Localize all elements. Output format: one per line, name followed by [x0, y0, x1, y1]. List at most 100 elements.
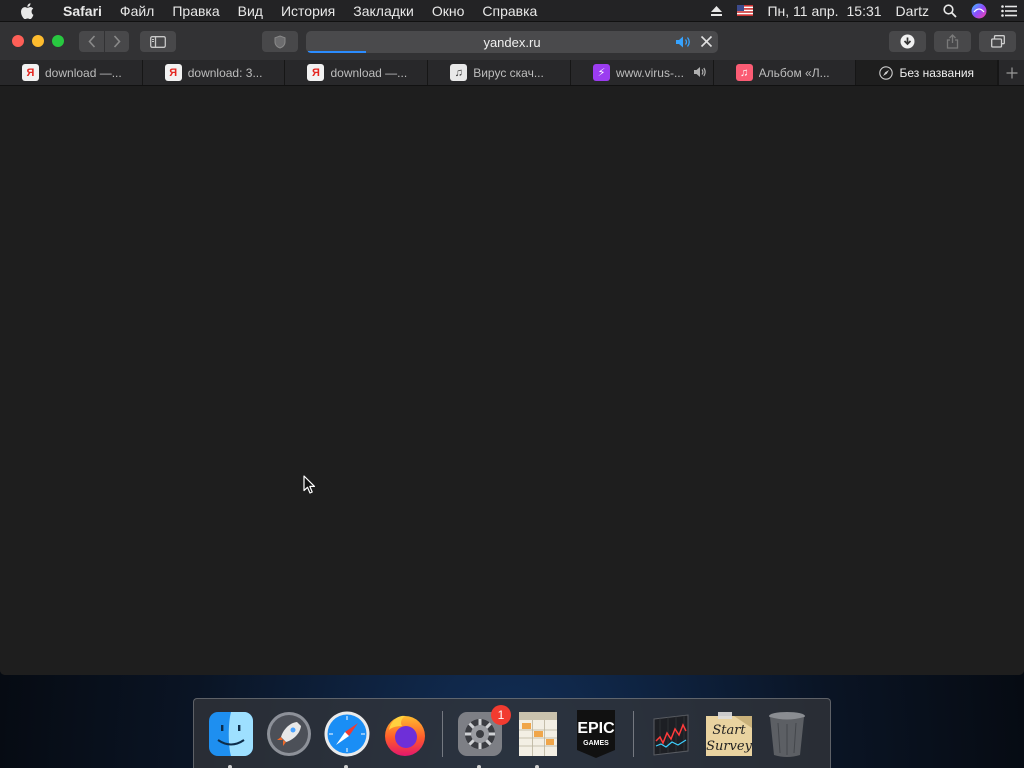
- dock-safari[interactable]: [322, 709, 372, 768]
- fullscreen-window-button[interactable]: [52, 35, 64, 47]
- web-content-area[interactable]: [0, 86, 1024, 675]
- menu-bookmarks[interactable]: Закладки: [344, 3, 423, 19]
- tab-title: download: 3...: [187, 65, 263, 80]
- new-tab-button[interactable]: [998, 60, 1024, 85]
- clock-date: Пн, 11 апр.: [767, 2, 839, 19]
- minimize-window-button[interactable]: [32, 35, 44, 47]
- share-icon: [946, 34, 959, 49]
- tab-title: Вирус скач...: [473, 65, 544, 80]
- tab-virus-download[interactable]: ♫ Вирус скач...: [428, 60, 571, 85]
- clock-time: 15:31: [846, 2, 882, 19]
- tab-title: Без названия: [899, 65, 975, 80]
- dock: 1 EPIC GAMES Start Survey: [193, 698, 831, 768]
- menu-edit[interactable]: Правка: [163, 3, 228, 19]
- plus-icon: [1006, 67, 1018, 78]
- tab-untitled-active[interactable]: Без названия: [856, 60, 999, 85]
- menu-app-safari[interactable]: Safari: [54, 3, 111, 19]
- menu-window[interactable]: Окно: [423, 3, 474, 19]
- tab-album[interactable]: ♫ Альбом «Л...: [714, 60, 857, 85]
- eject-icon[interactable]: [710, 5, 723, 17]
- siri-icon[interactable]: [971, 3, 987, 19]
- tab-audio-playing-icon[interactable]: [693, 66, 707, 81]
- apple-music-favicon-icon: ♫: [735, 64, 753, 81]
- survey-label-line2: Survey: [706, 739, 753, 754]
- share-button[interactable]: [934, 31, 971, 52]
- us-flag-icon[interactable]: [737, 5, 754, 16]
- rocket-launchpad-icon: [267, 711, 311, 756]
- tab-title: download —...: [45, 65, 122, 80]
- finder-icon: [209, 711, 253, 756]
- speaker-playing-icon[interactable]: [675, 35, 692, 52]
- safari-compass-icon: [324, 711, 370, 756]
- stop-loading-icon[interactable]: [700, 35, 713, 51]
- spreadsheet-icon: [519, 711, 557, 756]
- games-label: GAMES: [583, 740, 609, 747]
- dock-trash[interactable]: [762, 709, 812, 759]
- apple-menu[interactable]: [0, 2, 54, 19]
- address-bar[interactable]: yandex.ru: [306, 31, 718, 53]
- compass-icon: [879, 65, 894, 80]
- stock-chart-icon: [653, 713, 689, 756]
- dock-epic-games[interactable]: EPIC GAMES: [571, 709, 621, 759]
- safari-toolbar: yandex.ru: [0, 22, 1024, 60]
- tab-title: www.virus-...: [615, 65, 684, 80]
- lightning-favicon-icon: ⚡: [592, 64, 610, 81]
- address-text: yandex.ru: [483, 34, 541, 50]
- clock[interactable]: Пн, 11 апр. 15:31: [767, 3, 881, 19]
- epic-games-logo-icon: EPIC GAMES: [577, 709, 615, 758]
- privacy-report-button[interactable]: [262, 31, 298, 52]
- firefox-icon: [385, 715, 425, 756]
- tab-virus-site[interactable]: ⚡ www.virus-...: [571, 60, 714, 85]
- notification-center-icon[interactable]: [1001, 4, 1017, 17]
- back-button[interactable]: [79, 31, 104, 52]
- running-indicator: [535, 764, 539, 768]
- user-name[interactable]: Dartz: [896, 3, 929, 19]
- epic-label: EPIC: [577, 720, 615, 737]
- dock-start-survey[interactable]: Start Survey: [704, 709, 754, 759]
- trash-icon: [769, 711, 805, 757]
- dock-stocks-monitor[interactable]: [646, 709, 696, 759]
- desktop: Safari Файл Правка Вид История Закладки …: [0, 0, 1024, 768]
- spotlight-search-icon[interactable]: [943, 3, 957, 18]
- yandex-favicon-icon: Я: [164, 64, 182, 81]
- mouse-pointer-icon: [303, 475, 316, 499]
- menu-help[interactable]: Справка: [473, 3, 546, 19]
- yandex-favicon-icon: Я: [307, 64, 325, 81]
- dock-launchpad[interactable]: [264, 709, 314, 759]
- tab-title: Альбом «Л...: [758, 65, 830, 80]
- safari-window: yandex.ru Я download —... Я download: 3.…: [0, 22, 1024, 675]
- dock-finder[interactable]: [206, 709, 256, 768]
- yandex-favicon-icon: Я: [22, 64, 39, 81]
- download-icon: [900, 34, 915, 49]
- dock-system-preferences[interactable]: 1: [455, 704, 511, 768]
- survey-label-line1: Start: [712, 723, 746, 738]
- running-indicator: [477, 764, 481, 768]
- tab-download-2[interactable]: Я download: 3...: [143, 60, 286, 85]
- running-indicator: [228, 764, 232, 768]
- menu-view[interactable]: Вид: [229, 3, 272, 19]
- tab-bar: Я download —... Я download: 3... Я downl…: [0, 60, 1024, 86]
- survey-note-icon: Start Survey: [706, 711, 753, 756]
- forward-button[interactable]: [105, 31, 129, 52]
- dock-separator: [442, 710, 443, 757]
- shield-icon: [274, 34, 286, 49]
- apple-logo-icon: [21, 2, 34, 19]
- tab-download-1[interactable]: Я download —...: [0, 60, 143, 85]
- close-window-button[interactable]: [12, 35, 24, 47]
- window-controls: [12, 35, 72, 47]
- dock-numbers[interactable]: [513, 709, 563, 768]
- downloads-button[interactable]: [889, 31, 926, 52]
- sidebar-toggle-button[interactable]: [140, 31, 176, 52]
- status-menus: Пн, 11 апр. 15:31 Dartz: [703, 0, 1024, 22]
- chevron-left-icon: [87, 35, 95, 48]
- page-load-progress: [308, 51, 366, 53]
- tab-download-3[interactable]: Я download —...: [285, 60, 429, 85]
- menu-file[interactable]: Файл: [111, 3, 163, 19]
- menu-history[interactable]: История: [272, 3, 344, 19]
- music-note-favicon-icon: ♫: [450, 64, 468, 81]
- dock-separator: [633, 710, 634, 757]
- tab-overview-icon: [990, 35, 1005, 48]
- tab-title: download —...: [330, 65, 408, 80]
- dock-firefox[interactable]: [380, 709, 430, 759]
- tab-overview-button[interactable]: [979, 31, 1016, 52]
